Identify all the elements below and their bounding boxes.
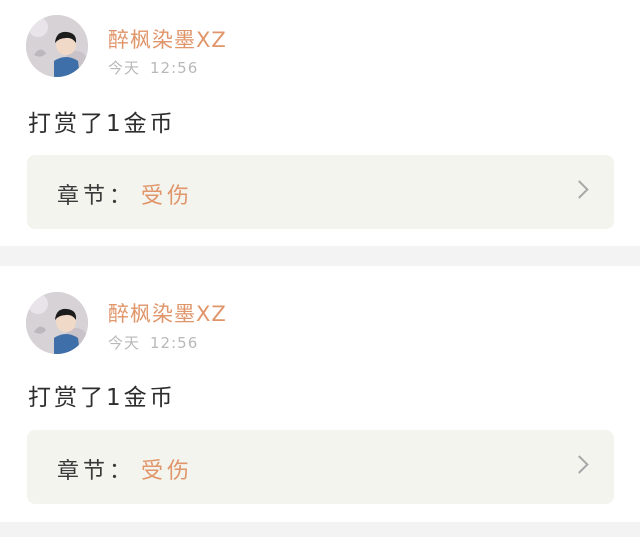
chapter-row: 章节： 受伤	[57, 453, 193, 485]
avatar[interactable]	[26, 292, 88, 354]
chapter-label: 章节	[57, 184, 110, 209]
chapter-label: 章节	[57, 459, 110, 484]
reward-message: 打赏了1金币	[28, 385, 176, 411]
chevron-right-icon	[570, 180, 589, 199]
date-label: 今天	[108, 59, 141, 77]
chapter-link[interactable]: 章节： 受伤	[27, 155, 614, 229]
time-value: 12:56	[150, 59, 199, 77]
username[interactable]: 醉枫染墨XZ	[108, 24, 227, 54]
avatar-photo-icon	[26, 15, 88, 77]
post-time: 今天 12:56	[108, 332, 198, 353]
username[interactable]: 醉枫染墨XZ	[108, 298, 227, 328]
reward-feed: 醉枫染墨XZ 今天 12:56 打赏了1金币 章节： 受伤 醉枫染墨XZ 今天 …	[0, 0, 640, 537]
chapter-link[interactable]: 章节： 受伤	[27, 430, 614, 504]
chevron-right-icon	[570, 455, 589, 474]
time-value: 12:56	[150, 334, 199, 352]
chapter-row: 章节： 受伤	[57, 178, 193, 210]
date-label: 今天	[108, 334, 141, 352]
reward-entry: 醉枫染墨XZ 今天 12:56 打赏了1金币 章节： 受伤	[0, 266, 640, 522]
avatar[interactable]	[26, 15, 88, 77]
chapter-separator: ：	[109, 184, 136, 209]
chapter-name: 受伤	[141, 459, 194, 484]
avatar-photo-icon	[26, 292, 88, 354]
post-time: 今天 12:56	[108, 57, 198, 78]
reward-message: 打赏了1金币	[28, 111, 176, 137]
reward-entry: 醉枫染墨XZ 今天 12:56 打赏了1金币 章节： 受伤	[0, 0, 640, 246]
chapter-name: 受伤	[141, 184, 194, 209]
chapter-separator: ：	[109, 459, 136, 484]
